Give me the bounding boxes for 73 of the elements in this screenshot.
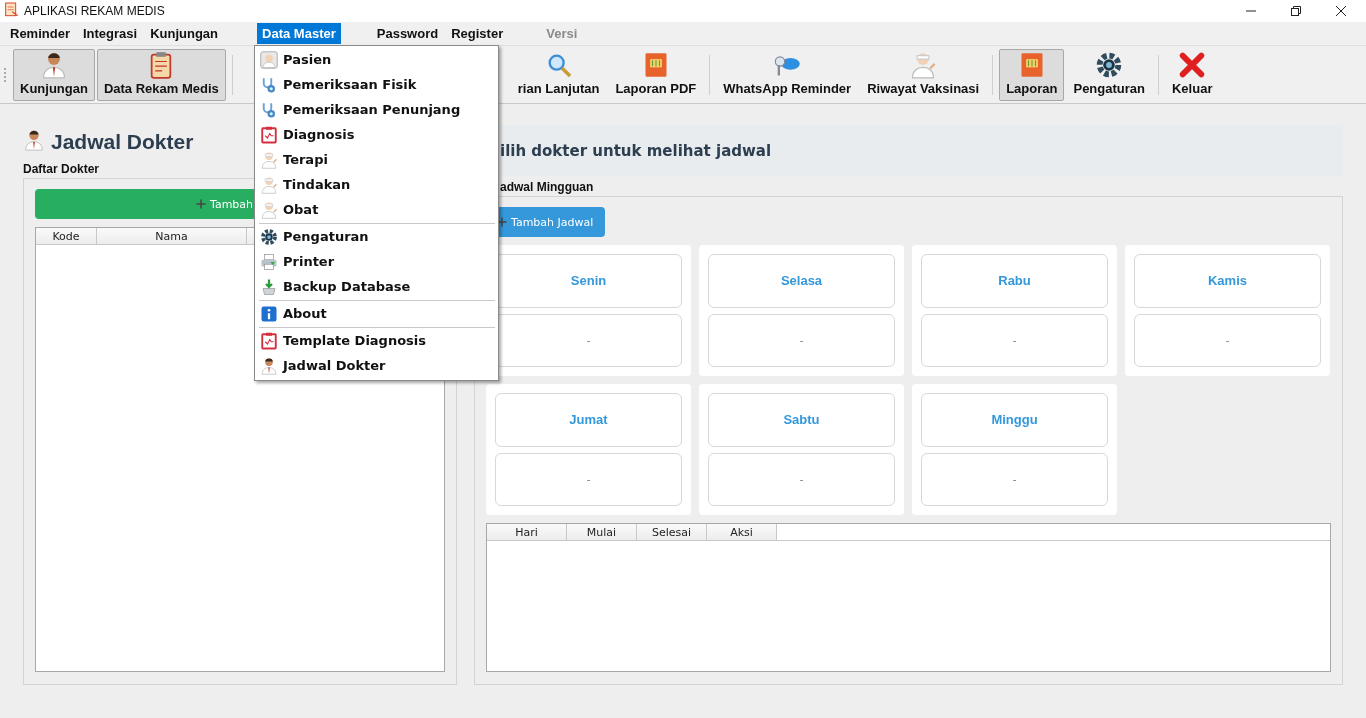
plus-icon	[496, 216, 508, 228]
day-value: -	[708, 313, 895, 367]
menu-item[interactable]: Tindakan	[283, 177, 351, 192]
toolbar-button[interactable]: Keluar	[1165, 48, 1220, 101]
menu-item[interactable]: Kunjungan	[145, 23, 224, 44]
toolbar-button[interactable]: Laporan	[999, 48, 1065, 101]
menu-item[interactable]: Template Diagnosis	[283, 333, 427, 348]
menu-item[interactable]: Integrasi	[77, 23, 143, 44]
column-header[interactable]: Aksi	[707, 524, 777, 540]
menu-item[interactable]: Backup Database	[283, 279, 411, 294]
nurse-icon	[909, 50, 938, 79]
menu-item[interactable]: About	[283, 306, 327, 321]
day-name: Selasa	[708, 254, 895, 308]
day-name: Sabtu	[708, 393, 895, 447]
patient-icon	[260, 50, 278, 69]
nurse-icon	[260, 150, 278, 169]
menu-item[interactable]: Obat	[283, 202, 319, 217]
toolbar-button[interactable]: Riwayat Vaksinasi	[860, 48, 987, 101]
column-header[interactable]: Nama	[97, 228, 247, 244]
menu-item[interactable]: Pengaturan	[283, 229, 369, 244]
doctor-icon	[23, 128, 45, 152]
day-name: Rabu	[921, 254, 1108, 308]
close-icon	[1178, 50, 1207, 79]
stethoscope-icon	[260, 75, 278, 94]
menu-item[interactable]: Password	[371, 23, 444, 44]
nurse-icon	[260, 175, 278, 194]
menu-item[interactable]: Terapi	[283, 152, 328, 167]
menu-item[interactable]: Printer	[283, 254, 335, 269]
stethoscope-icon	[260, 100, 278, 119]
menu-item[interactable]: Pemeriksaan Fisik	[283, 77, 417, 92]
settings-icon	[1095, 50, 1124, 79]
column-header[interactable]: Mulai	[567, 524, 637, 540]
toolbar-button[interactable]: Data Rekam Medis	[96, 48, 226, 101]
prompt-text: ilih dokter untuk melihat jadwal	[500, 141, 772, 160]
menu-item[interactable]: Register	[446, 23, 509, 44]
restore-icon[interactable]	[1290, 5, 1302, 17]
section-label: adwal Mingguan	[499, 180, 595, 196]
download-icon	[260, 277, 278, 296]
day-value: -	[1134, 313, 1321, 367]
menu-item[interactable]: Pemeriksaan Penunjang	[283, 102, 461, 117]
toolbar-button[interactable]: Pengaturan	[1066, 48, 1152, 101]
day-name: Minggu	[921, 393, 1108, 447]
toolbar-button[interactable]: rian Lanjutan	[510, 48, 607, 101]
menu-item[interactable]: Diagnosis	[283, 127, 355, 142]
page-title: Jadwal Dokter	[51, 130, 194, 154]
column-header[interactable]: Selesai	[637, 524, 707, 540]
clipboard-icon	[260, 331, 278, 350]
day-name: Kamis	[1134, 254, 1321, 308]
plus-icon	[195, 198, 207, 210]
day-value: -	[921, 452, 1108, 506]
toolbar-button[interactable]: Laporan PDF	[608, 48, 704, 101]
settings-icon	[260, 227, 278, 246]
section-label: Daftar Dokter	[23, 162, 101, 178]
menu-item[interactable]: Reminder	[5, 23, 75, 44]
nurse-icon	[260, 200, 278, 219]
info-icon	[260, 304, 278, 323]
menu-item[interactable]: Data Master	[257, 23, 341, 44]
toolbar-button[interactable]: Kunjungan	[13, 48, 95, 101]
window-title: APLIKASI REKAM MEDIS	[24, 4, 165, 18]
clipboard-icon	[260, 125, 278, 144]
app-icon	[3, 1, 19, 17]
menu-item[interactable]: Jadwal Dokter	[283, 358, 386, 373]
printer-icon	[260, 252, 278, 271]
close-icon[interactable]	[1335, 5, 1347, 17]
day-value: -	[708, 452, 895, 506]
column-header[interactable]: Kode	[36, 228, 97, 244]
doctor-icon	[260, 356, 278, 375]
column-header[interactable]: Hari	[487, 524, 567, 540]
toolbar-button[interactable]: WhatsApp Reminder	[716, 48, 859, 101]
menu-item[interactable]: Pasien	[283, 52, 332, 67]
day-value: -	[495, 452, 682, 506]
day-value: -	[921, 313, 1108, 367]
day-name: Jumat	[495, 393, 682, 447]
